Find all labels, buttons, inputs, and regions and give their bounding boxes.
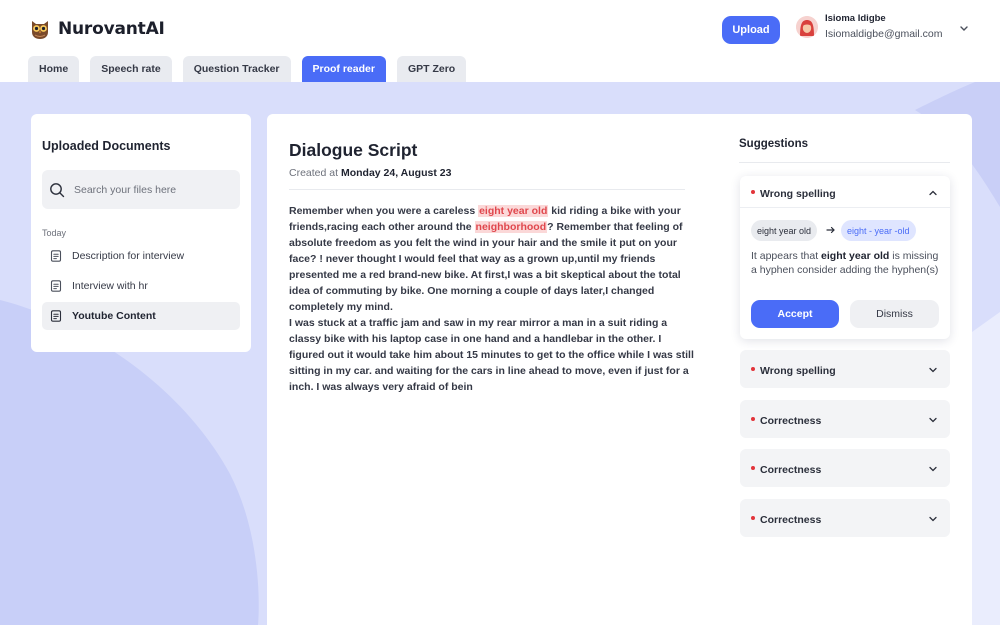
accept-button[interactable]: Accept (751, 300, 839, 328)
user-email: Isiomaldigbe@gmail.com (825, 27, 943, 40)
document-icon (50, 310, 62, 322)
tab-gpt-zero[interactable]: GPT Zero (396, 56, 467, 82)
dismiss-button[interactable]: Dismiss (850, 300, 939, 328)
error-dot (751, 417, 755, 421)
created-date-value: Monday 24, August 23 (340, 167, 452, 179)
document-label: Description for interview (72, 250, 185, 262)
suggestion-card-collapsed[interactable]: Wrong spelling (740, 350, 950, 388)
text-segment: ? Remember that feeling of absolute free… (289, 221, 683, 313)
suggestion-description: It appears that eight year old is missin… (751, 249, 941, 277)
tab-bar: Home Speech rate Question Tracker Proof … (28, 56, 477, 82)
created-date: Created at Monday 24, August 23 (289, 167, 451, 179)
user-profile[interactable]: Isioma Idigbe Isiomaldigbe@gmail.com (796, 14, 942, 39)
document-label: Youtube Content (72, 310, 156, 322)
suggestions-title: Suggestions (739, 138, 809, 150)
document-label: Interview with hr (72, 280, 148, 292)
suggestion-label: Correctness (760, 464, 822, 476)
original-text-chip: eight year old (751, 220, 818, 241)
paragraph-2: I was stuck at a traffic jam and saw in … (289, 317, 694, 393)
suggestion-header[interactable]: Wrong spelling (740, 176, 950, 208)
divider (739, 162, 950, 163)
user-name: Isioma Idigbe (825, 13, 886, 24)
document-title: Dialogue Script (289, 140, 418, 160)
app-name: NurovantAI (58, 19, 165, 39)
group-label-today: Today (42, 228, 67, 238)
search-input[interactable] (74, 183, 234, 196)
desc-text: It appears that (751, 250, 822, 262)
suggestion-label: Wrong spelling (760, 365, 836, 377)
upload-button[interactable]: Upload (722, 16, 780, 44)
highlighted-error[interactable]: eight year old (478, 205, 549, 217)
chevron-down-icon[interactable] (928, 416, 938, 424)
replacement-chip[interactable]: eight - year -old (841, 220, 916, 241)
search-box[interactable] (42, 170, 240, 209)
highlighted-error[interactable]: neighborhood (474, 221, 548, 233)
chevron-up-icon[interactable] (928, 189, 938, 197)
owl-logo-icon (32, 21, 48, 39)
suggestion-card-collapsed[interactable]: Correctness (740, 400, 950, 438)
suggestion-label: Wrong spelling (760, 188, 836, 200)
divider (289, 189, 685, 190)
document-item-youtube[interactable]: Youtube Content (42, 302, 240, 330)
document-item-interview[interactable]: Interview with hr (42, 272, 240, 300)
error-dot (751, 367, 755, 371)
paragraph-1: Remember when you were a careless eight … (289, 203, 699, 315)
suggestion-label: Correctness (760, 415, 822, 427)
app-header: NurovantAI Upload Isioma Idigbe Isiomald… (0, 0, 1000, 82)
chevron-down-icon[interactable] (928, 465, 938, 473)
document-body[interactable]: Remember when you were a careless eight … (289, 203, 699, 395)
user-avatar-icon (796, 15, 818, 38)
suggestion-label: Correctness (760, 514, 822, 526)
suggestion-card-expanded: Wrong spelling eight year old eight - ye… (740, 176, 950, 339)
logo[interactable]: NurovantAI (30, 17, 165, 41)
chevron-down-icon[interactable] (928, 366, 938, 374)
error-dot (751, 190, 755, 194)
error-dot (751, 466, 755, 470)
text-segment: Remember when you were a careless (289, 205, 479, 217)
document-icon (50, 280, 62, 292)
chevron-down-icon[interactable] (928, 515, 938, 523)
uploaded-documents-panel: Uploaded Documents Today Description for… (31, 114, 251, 352)
error-dot (751, 516, 755, 520)
search-icon (50, 182, 65, 197)
arrow-right-icon (826, 226, 835, 234)
document-icon (50, 250, 62, 262)
chevron-down-icon[interactable] (958, 24, 970, 34)
desc-term: eight year old (821, 250, 890, 262)
tab-speech-rate[interactable]: Speech rate (90, 56, 172, 82)
created-prefix: Created at (289, 167, 339, 179)
document-item-description[interactable]: Description for interview (42, 242, 240, 270)
suggestion-card-collapsed[interactable]: Correctness (740, 449, 950, 487)
suggestion-card-collapsed[interactable]: Correctness (740, 499, 950, 537)
tab-proof-reader[interactable]: Proof reader (301, 56, 386, 82)
tab-home[interactable]: Home (28, 56, 80, 82)
panel-title: Uploaded Documents (42, 139, 171, 153)
avatar (796, 15, 818, 38)
tab-question-tracker[interactable]: Question Tracker (182, 56, 291, 82)
document-editor-card: Dialogue Script Created at Monday 24, Au… (267, 114, 972, 625)
